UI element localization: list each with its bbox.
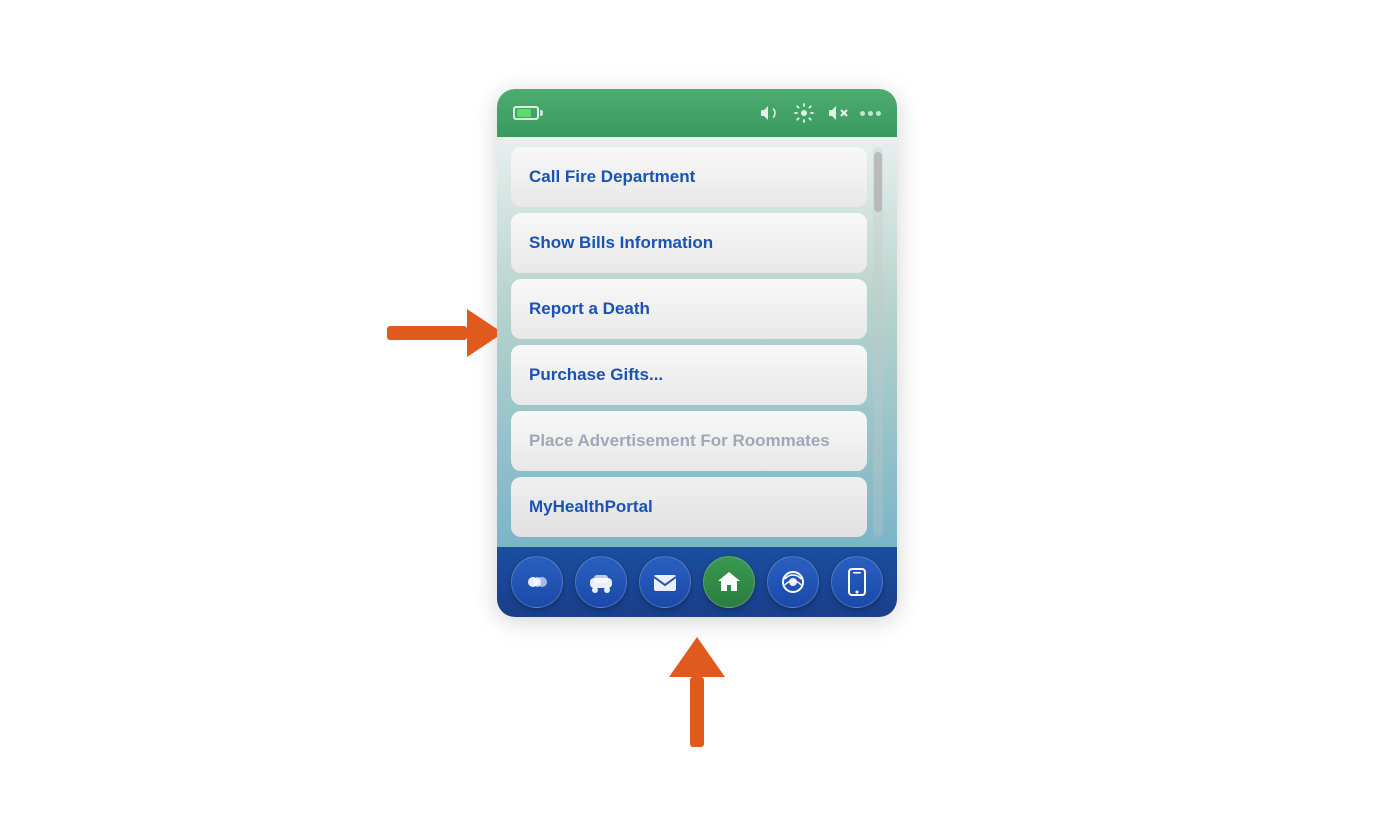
- battery-fill: [517, 109, 531, 117]
- menu-item-label: Place Advertisement For Roommates: [529, 431, 830, 451]
- battery-icon: [513, 106, 543, 120]
- signal-dots: [860, 111, 881, 116]
- menu-list: Call Fire Department Show Bills Informat…: [511, 147, 883, 537]
- menu-item-place-ad[interactable]: Place Advertisement For Roommates: [511, 411, 867, 471]
- nav-btn-social[interactable]: [511, 556, 563, 608]
- menu-item-label: Call Fire Department: [529, 167, 695, 187]
- scene: Call Fire Department Show Bills Informat…: [497, 89, 897, 747]
- arrow-up-head: [669, 637, 725, 677]
- device-frame: Call Fire Department Show Bills Informat…: [497, 89, 897, 617]
- menu-item-label: Report a Death: [529, 299, 650, 319]
- battery-body: [513, 106, 539, 120]
- arrow-right-shaft: [387, 326, 467, 340]
- arrow-up-shaft: [690, 677, 704, 747]
- arrow-right: [387, 309, 503, 357]
- nav-btn-home[interactable]: [703, 556, 755, 608]
- nav-btn-mail[interactable]: [639, 556, 691, 608]
- arrow-up: [669, 637, 725, 747]
- menu-item-label: Show Bills Information: [529, 233, 713, 253]
- menu-area: Call Fire Department Show Bills Informat…: [497, 137, 897, 547]
- speaker-icon: [758, 101, 782, 125]
- menu-item-label: Purchase Gifts...: [529, 365, 663, 385]
- menu-item-call-fire[interactable]: Call Fire Department: [511, 147, 867, 207]
- scroll-track[interactable]: [873, 147, 883, 537]
- nav-btn-transport[interactable]: [575, 556, 627, 608]
- status-bar: [497, 89, 897, 137]
- menu-item-show-bills[interactable]: Show Bills Information: [511, 213, 867, 273]
- mute-icon: [826, 101, 850, 125]
- status-icons: [758, 101, 881, 125]
- nav-btn-music[interactable]: [767, 556, 819, 608]
- bottom-nav: [497, 547, 897, 617]
- menu-item-label: MyHealthPortal: [529, 497, 653, 517]
- gear-icon: [792, 101, 816, 125]
- menu-item-purchase-gifts[interactable]: Purchase Gifts...: [511, 345, 867, 405]
- menu-item-health-portal[interactable]: MyHealthPortal: [511, 477, 867, 537]
- nav-btn-device[interactable]: [831, 556, 883, 608]
- battery-tip: [540, 110, 543, 116]
- menu-item-report-death[interactable]: Report a Death: [511, 279, 867, 339]
- scroll-thumb[interactable]: [874, 152, 882, 212]
- status-left: [513, 106, 543, 120]
